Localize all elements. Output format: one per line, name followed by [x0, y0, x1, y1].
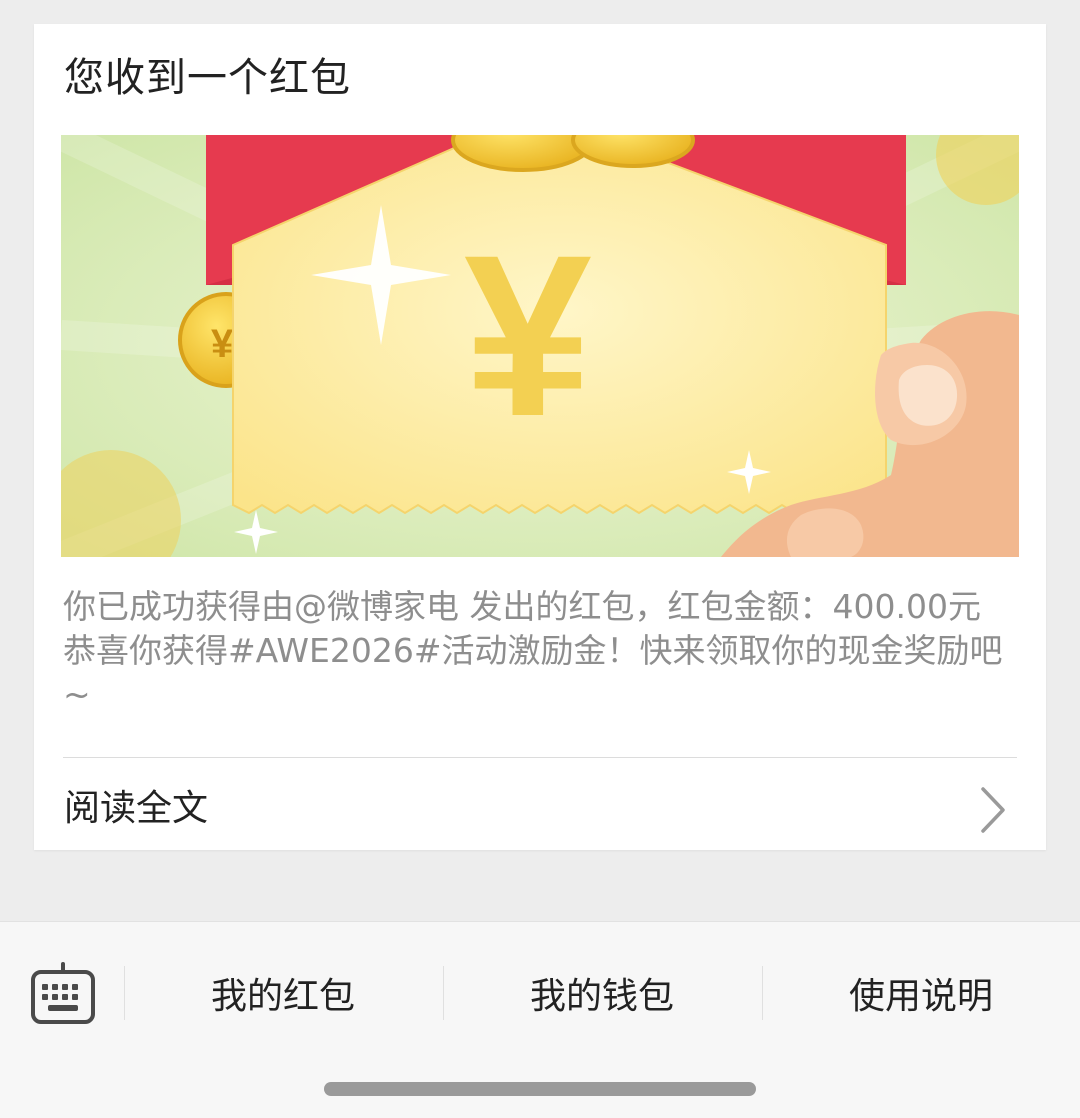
menu-item-instructions[interactable]: 使用说明: [762, 964, 1080, 1030]
red-packet-card: 您收到一个红包 ¥ ¥ 你已成功获得由@微博家电 发出的红包，红包金额：400.…: [34, 24, 1046, 850]
menu-item-my-red-packets[interactable]: 我的红包: [124, 964, 442, 1030]
bottom-menu-bar: 我的红包 我的钱包 使用说明: [0, 921, 1080, 1118]
keyboard-toggle-button[interactable]: [30, 960, 96, 1030]
divider: [63, 757, 1017, 758]
card-title: 您收到一个红包: [64, 55, 351, 101]
svg-text:¥: ¥: [211, 322, 234, 366]
red-packet-banner[interactable]: ¥ ¥: [61, 135, 1019, 557]
menu-item-my-wallet[interactable]: 我的钱包: [443, 964, 761, 1030]
read-full-text-label: 阅读全文: [64, 788, 209, 829]
read-full-text-row[interactable]: 阅读全文: [34, 769, 1046, 849]
chevron-right-icon: [981, 787, 1005, 833]
red-packet-illustration: ¥ ¥: [61, 135, 1019, 557]
red-packet-description: 你已成功获得由@微博家电 发出的红包，红包金额：400.00元 恭喜你获得#AW…: [63, 587, 1003, 714]
keyboard-icon: [31, 962, 95, 1024]
yuan-symbol: ¥: [464, 207, 592, 464]
home-indicator[interactable]: [324, 1082, 756, 1096]
